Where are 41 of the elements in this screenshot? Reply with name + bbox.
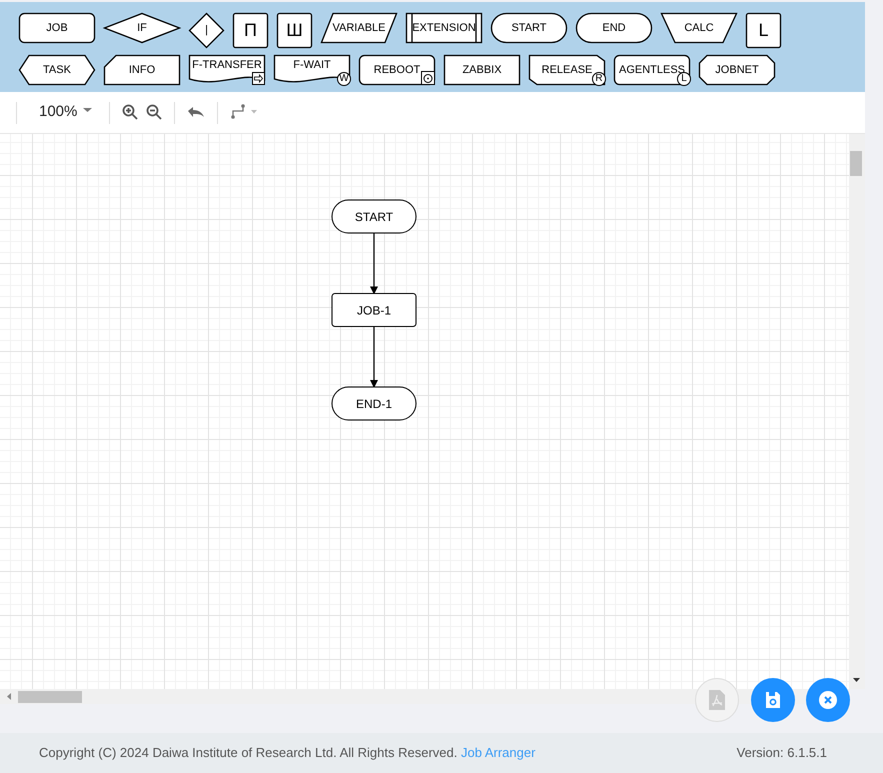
palette-item[interactable]: ZABBIX [444,55,520,85]
badge-letter: L [677,72,691,86]
palette-item[interactable]: RELEASE R [529,55,605,85]
version-text: Version: 6.1.5.1 [736,744,827,762]
palette-item[interactable]: JOB [19,13,95,43]
badge-letter: R [592,72,606,86]
palette-item[interactable]: VARIABLE [321,13,397,43]
flow-node[interactable]: END-1 [332,386,416,420]
pdf-file-icon [709,690,725,710]
palette-item[interactable]: CALC [661,13,737,43]
palette-item[interactable]: IF [104,13,180,43]
palette-item[interactable]: JOBNET [699,55,775,85]
connector-arrow[interactable] [370,326,378,388]
copyright-text: Copyright (C) 2024 Daiwa Institute of Research Ltd. All Rights Reserved. Job Arranger [39,744,536,762]
badge-letter: W [337,72,351,86]
palette-item[interactable]: F-TRANSFER [189,55,265,85]
arrow-icon [252,72,265,85]
palette-item[interactable]: L [746,13,781,48]
palette-item[interactable]: AGENTLESS L [614,55,690,85]
palette-item[interactable]: TASK [19,55,95,85]
palette-item[interactable]: INFO [104,55,180,85]
palette-item[interactable]: П [233,13,268,48]
palette-item[interactable]: | [189,13,224,48]
flow-node[interactable]: JOB-1 [332,293,416,327]
circle-icon [421,71,435,85]
close-icon [819,691,837,709]
palette-item[interactable]: END [576,13,652,43]
close-button[interactable] [806,678,850,722]
palette-item[interactable]: REBOOT [359,55,435,85]
palette-item[interactable]: START [491,13,567,43]
palette-item[interactable]: F-WAIT W [274,55,350,85]
flow-node[interactable]: START [332,200,416,234]
connector-arrow[interactable] [370,233,378,294]
save-button[interactable] [751,678,795,722]
zoom-dropdown[interactable]: 100% [25,101,102,124]
save-icon [765,691,781,709]
palette-item[interactable]: Ш [277,13,312,48]
palette-item[interactable]: EXTENSION [406,13,482,43]
caret-icon [83,106,94,114]
vertical-scrollbar[interactable] [849,134,865,689]
diagram-canvas[interactable]: START JOB-1 END-1 [0,134,849,689]
